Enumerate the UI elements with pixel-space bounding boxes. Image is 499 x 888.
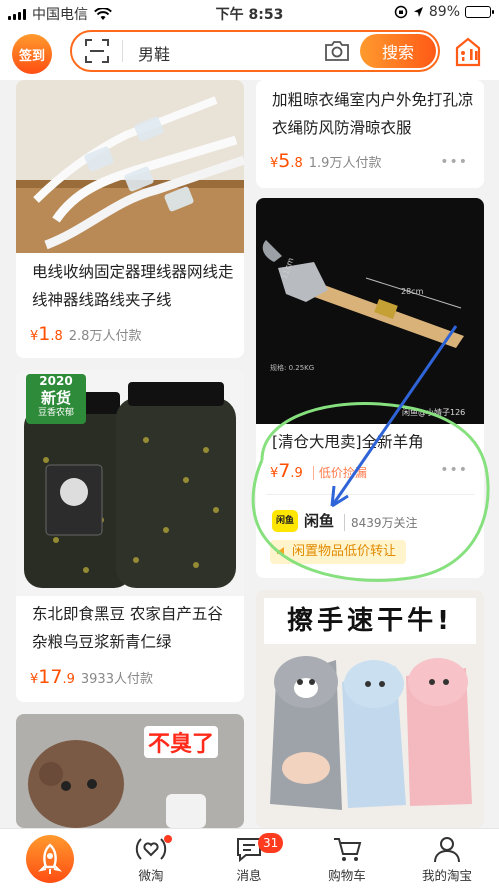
tab-cart[interactable]: 购物车 [302, 829, 392, 888]
annotation-overlay [251, 325, 490, 582]
tab-label: 我的淘宝 [421, 868, 472, 883]
highlight-circle [251, 402, 490, 582]
home-button[interactable] [26, 835, 74, 883]
tab-home[interactable] [2, 829, 92, 888]
tab-my-taobao[interactable]: 我的淘宝 [402, 829, 492, 888]
notification-dot [164, 835, 172, 843]
shopping-cart-icon [334, 838, 362, 861]
unread-badge: 31 [258, 833, 284, 853]
rocket-icon [37, 843, 63, 874]
tab-label: 微淘 [138, 868, 164, 883]
broadcast-heart-icon [135, 838, 167, 860]
bottom-tab-bar: 微淘 31 消息 购物车 我的淘宝 [0, 828, 499, 888]
tab-weitao[interactable]: 微淘 [106, 829, 196, 888]
tab-messages[interactable]: 31 消息 [204, 829, 294, 888]
tab-label: 消息 [236, 868, 262, 883]
user-profile-icon [434, 837, 460, 863]
tab-label: 购物车 [328, 868, 366, 883]
